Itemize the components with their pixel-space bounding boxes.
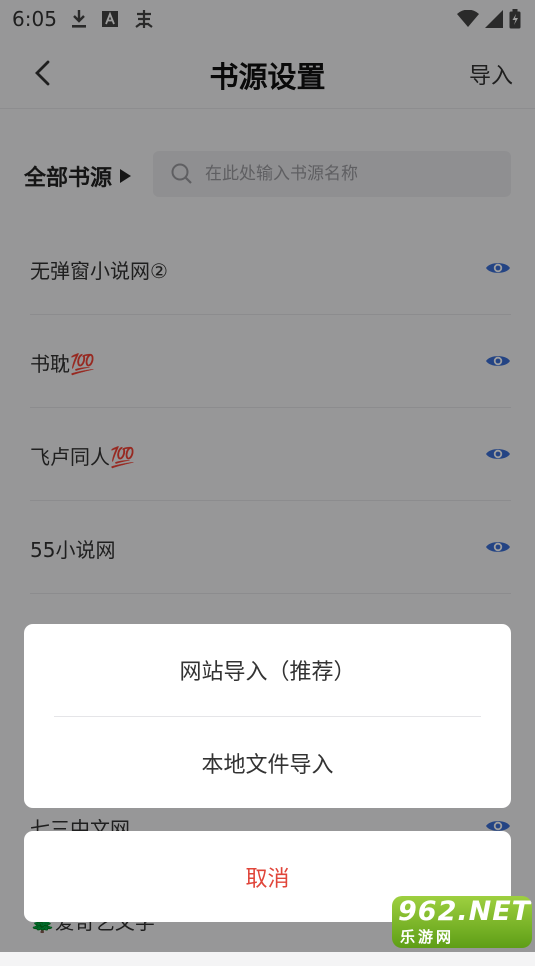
import-options-sheet: 网站导入（推荐） 本地文件导入 — [24, 624, 511, 808]
watermark-logo: 962.NET 乐游网 — [392, 896, 532, 948]
local-file-import-option[interactable]: 本地文件导入 — [24, 717, 511, 809]
website-import-option[interactable]: 网站导入（推荐） — [24, 624, 511, 716]
modal-overlay[interactable] — [0, 0, 535, 952]
watermark-brand: 962.NET — [398, 896, 532, 927]
watermark-subtitle: 乐游网 — [400, 928, 455, 946]
